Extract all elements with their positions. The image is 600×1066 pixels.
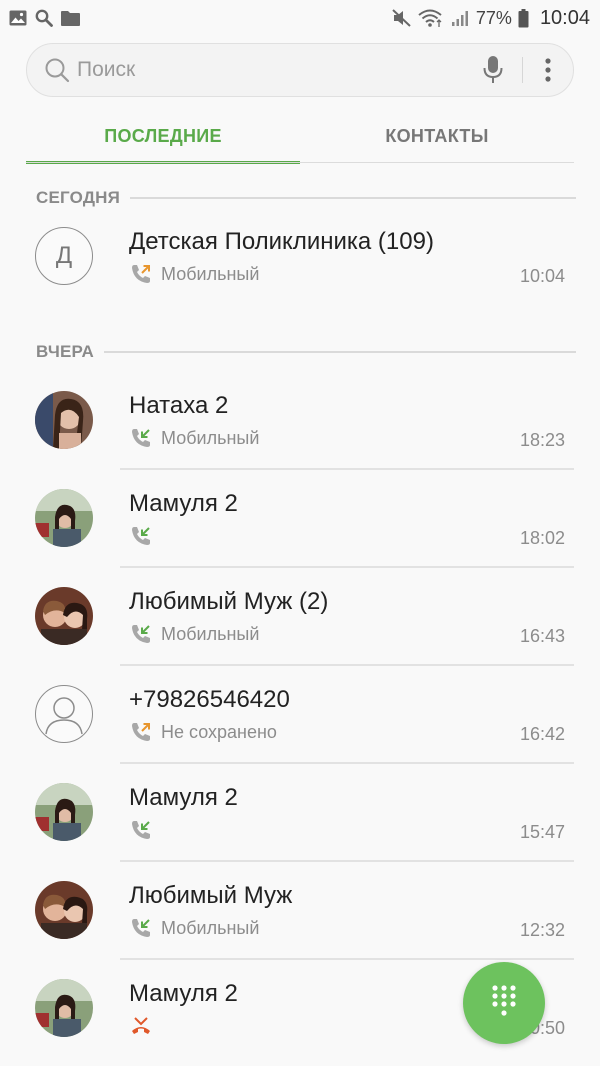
call-details: Мобильный bbox=[129, 263, 259, 285]
tab-bar: ПОСЛЕДНИЕ КОНТАКТЫ bbox=[26, 108, 574, 164]
wifi-icon bbox=[418, 8, 444, 28]
contact-name: Любимый Муж bbox=[129, 882, 293, 909]
call-log-item[interactable]: Д Детская Поликлиника (109) Мобильный 10… bbox=[0, 208, 600, 306]
battery-percent: 77% bbox=[475, 7, 512, 28]
avatar bbox=[35, 979, 93, 1037]
avatar bbox=[35, 881, 93, 939]
call-details: Мобильный bbox=[129, 427, 259, 449]
tabs-divider bbox=[26, 162, 574, 163]
call-time: 12:32 bbox=[519, 920, 565, 940]
incoming-call-icon bbox=[129, 917, 153, 939]
incoming-call-icon bbox=[129, 623, 153, 645]
dialpad-button[interactable] bbox=[463, 962, 545, 1044]
avatar bbox=[35, 783, 93, 841]
call-log-item[interactable]: +79826546420 Не сохранено 16:42 bbox=[0, 666, 600, 764]
call-details: Не сохранено bbox=[129, 721, 277, 743]
outgoing-call-icon bbox=[129, 263, 153, 285]
call-details bbox=[129, 1015, 161, 1037]
search-bar[interactable] bbox=[26, 43, 574, 97]
call-log-item[interactable]: Мамуля 2 18:02 bbox=[0, 470, 600, 568]
call-details bbox=[129, 819, 161, 841]
incoming-call-icon bbox=[129, 525, 153, 547]
avatar bbox=[35, 489, 93, 547]
call-log-item[interactable]: Любимый Муж (2) Мобильный 16:43 bbox=[0, 568, 600, 666]
call-details bbox=[129, 525, 161, 547]
outgoing-call-icon bbox=[129, 721, 153, 743]
mute-icon bbox=[392, 8, 412, 28]
contact-name: Мамуля 2 bbox=[129, 490, 238, 517]
number-type: Мобильный bbox=[161, 917, 260, 938]
call-time: 16:43 bbox=[519, 626, 565, 646]
section-line bbox=[104, 351, 576, 353]
search-divider bbox=[522, 57, 523, 83]
contact-name: Мамуля 2 bbox=[129, 784, 238, 811]
call-log-item[interactable]: Мамуля 2 15:47 bbox=[0, 764, 600, 862]
number-type: Мобильный bbox=[161, 427, 260, 448]
contact-name: Натаха 2 bbox=[129, 392, 229, 419]
section-header-today: СЕГОДНЯ bbox=[36, 188, 576, 208]
call-time: 18:02 bbox=[519, 528, 565, 548]
gallery-icon bbox=[8, 8, 28, 28]
status-bar: 77% 10:04 bbox=[0, 0, 600, 36]
section-label: ВЧЕРА bbox=[36, 342, 95, 361]
tab-contacts[interactable]: КОНТАКТЫ bbox=[300, 108, 574, 164]
more-options-icon[interactable] bbox=[537, 53, 559, 87]
call-log-item[interactable]: Натаха 2 Мобильный 18:23 bbox=[0, 372, 600, 470]
call-time: 15:47 bbox=[519, 822, 565, 842]
avatar: Д bbox=[35, 227, 93, 285]
contact-name: +79826546420 bbox=[129, 686, 290, 713]
avatar bbox=[35, 685, 93, 743]
avatar bbox=[35, 587, 93, 645]
avatar bbox=[35, 391, 93, 449]
section-label: СЕГОДНЯ bbox=[36, 188, 121, 207]
call-time: 16:42 bbox=[519, 724, 565, 744]
incoming-call-icon bbox=[129, 427, 153, 449]
number-type: Мобильный bbox=[161, 263, 260, 284]
contact-name: Мамуля 2 bbox=[129, 980, 238, 1007]
number-type: Не сохранено bbox=[161, 721, 277, 742]
dialpad-icon bbox=[491, 984, 517, 1023]
call-details: Мобильный bbox=[129, 917, 259, 939]
search-input[interactable] bbox=[77, 58, 476, 82]
clock: 10:04 bbox=[539, 6, 590, 29]
microphone-icon[interactable] bbox=[476, 53, 510, 87]
call-time: 18:23 bbox=[519, 430, 565, 450]
contact-name: Любимый Муж (2) bbox=[129, 588, 329, 615]
call-time: 10:04 bbox=[519, 266, 565, 286]
search-icon bbox=[34, 8, 54, 28]
call-log-item[interactable]: Любимый Муж Мобильный 12:32 bbox=[0, 862, 600, 960]
signal-icon bbox=[450, 8, 470, 28]
call-details: Мобильный bbox=[129, 623, 259, 645]
battery-icon bbox=[518, 8, 530, 28]
tab-recent[interactable]: ПОСЛЕДНИЕ bbox=[26, 108, 300, 164]
incoming-call-icon bbox=[129, 819, 153, 841]
section-header-yesterday: ВЧЕРА bbox=[36, 342, 576, 362]
missed-call-icon bbox=[129, 1015, 153, 1037]
folder-icon bbox=[60, 8, 80, 28]
contact-name: Детская Поликлиника (109) bbox=[129, 228, 434, 255]
number-type: Мобильный bbox=[161, 623, 260, 644]
search-icon bbox=[43, 56, 71, 84]
section-line bbox=[130, 197, 576, 199]
